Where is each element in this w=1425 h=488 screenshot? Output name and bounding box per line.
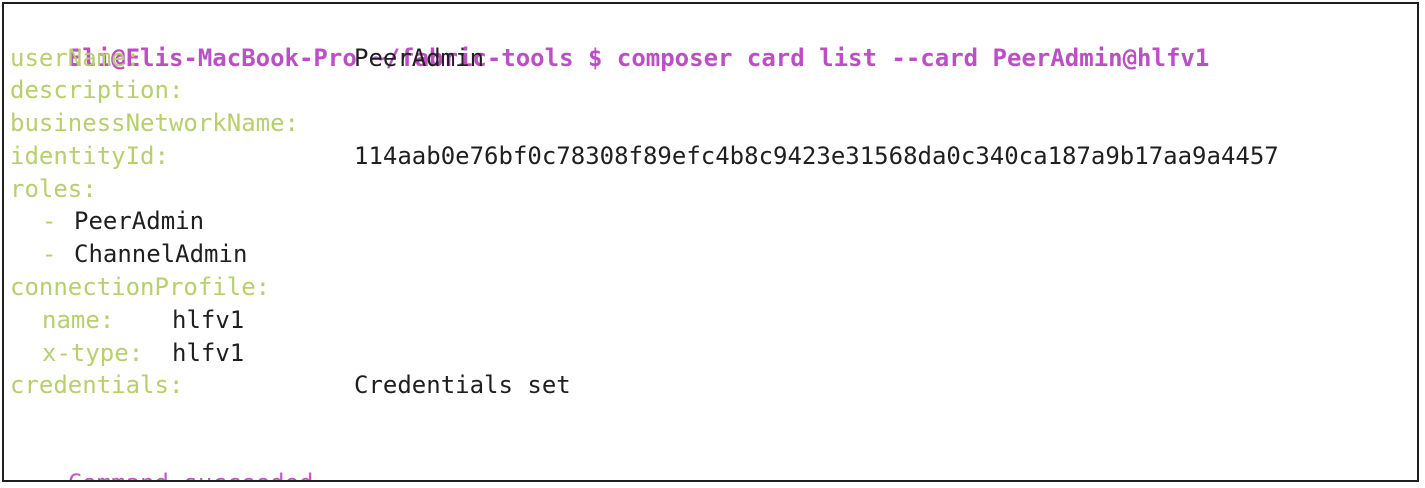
- field-credentials: credentials: Credentials set: [10, 369, 571, 401]
- field-connection-profile: connectionProfile:: [10, 271, 270, 303]
- role-list-item: - ChannelAdmin: [10, 238, 247, 270]
- subfield-key: name:: [42, 306, 115, 334]
- field-key: userName:: [10, 44, 141, 72]
- subfield-x-type: x-type: hlfv1: [10, 337, 244, 369]
- command-prompt: Eli@Elis-MacBook-Pro ~/fabric-tools $ co…: [67, 44, 1210, 72]
- field-business-network-name: businessNetworkName:: [10, 107, 299, 139]
- status-line: Command succeeded: [10, 435, 314, 480]
- subfield-value: hlfv1: [172, 339, 245, 367]
- field-key: credentials:: [10, 371, 184, 399]
- command-line: Eli@Elis-MacBook-Pro ~/fabric-tools $ co…: [10, 10, 1210, 72]
- role-name: PeerAdmin: [74, 207, 205, 235]
- field-value: 114aab0e76bf0c78308f89efc4b8c9423e31568d…: [354, 142, 1279, 170]
- field-key: roles:: [10, 175, 97, 203]
- field-description: description:: [10, 74, 183, 106]
- field-username: userName: PeerAdmin: [10, 42, 484, 74]
- terminal-window[interactable]: Eli@Elis-MacBook-Pro ~/fabric-tools $ co…: [2, 2, 1419, 482]
- status-message: Command succeeded: [68, 469, 314, 480]
- field-identity-id: identityId: 114aab0e76bf0c78308f89efc4b8…: [10, 140, 1279, 172]
- subfield-key: x-type:: [42, 339, 144, 367]
- list-bullet: -: [42, 240, 57, 268]
- role-name: ChannelAdmin: [74, 240, 248, 268]
- field-key: description:: [10, 76, 184, 104]
- subfield-name: name: hlfv1: [10, 304, 244, 336]
- role-list-item: - PeerAdmin: [10, 205, 204, 237]
- field-value: Credentials set: [354, 371, 571, 399]
- field-key: businessNetworkName:: [10, 109, 299, 137]
- field-key: identityId:: [10, 142, 169, 170]
- field-key: connectionProfile:: [10, 273, 271, 301]
- field-roles: roles:: [10, 173, 97, 205]
- list-bullet: -: [42, 207, 57, 235]
- field-value: PeerAdmin: [354, 44, 485, 72]
- subfield-value: hlfv1: [172, 306, 245, 334]
